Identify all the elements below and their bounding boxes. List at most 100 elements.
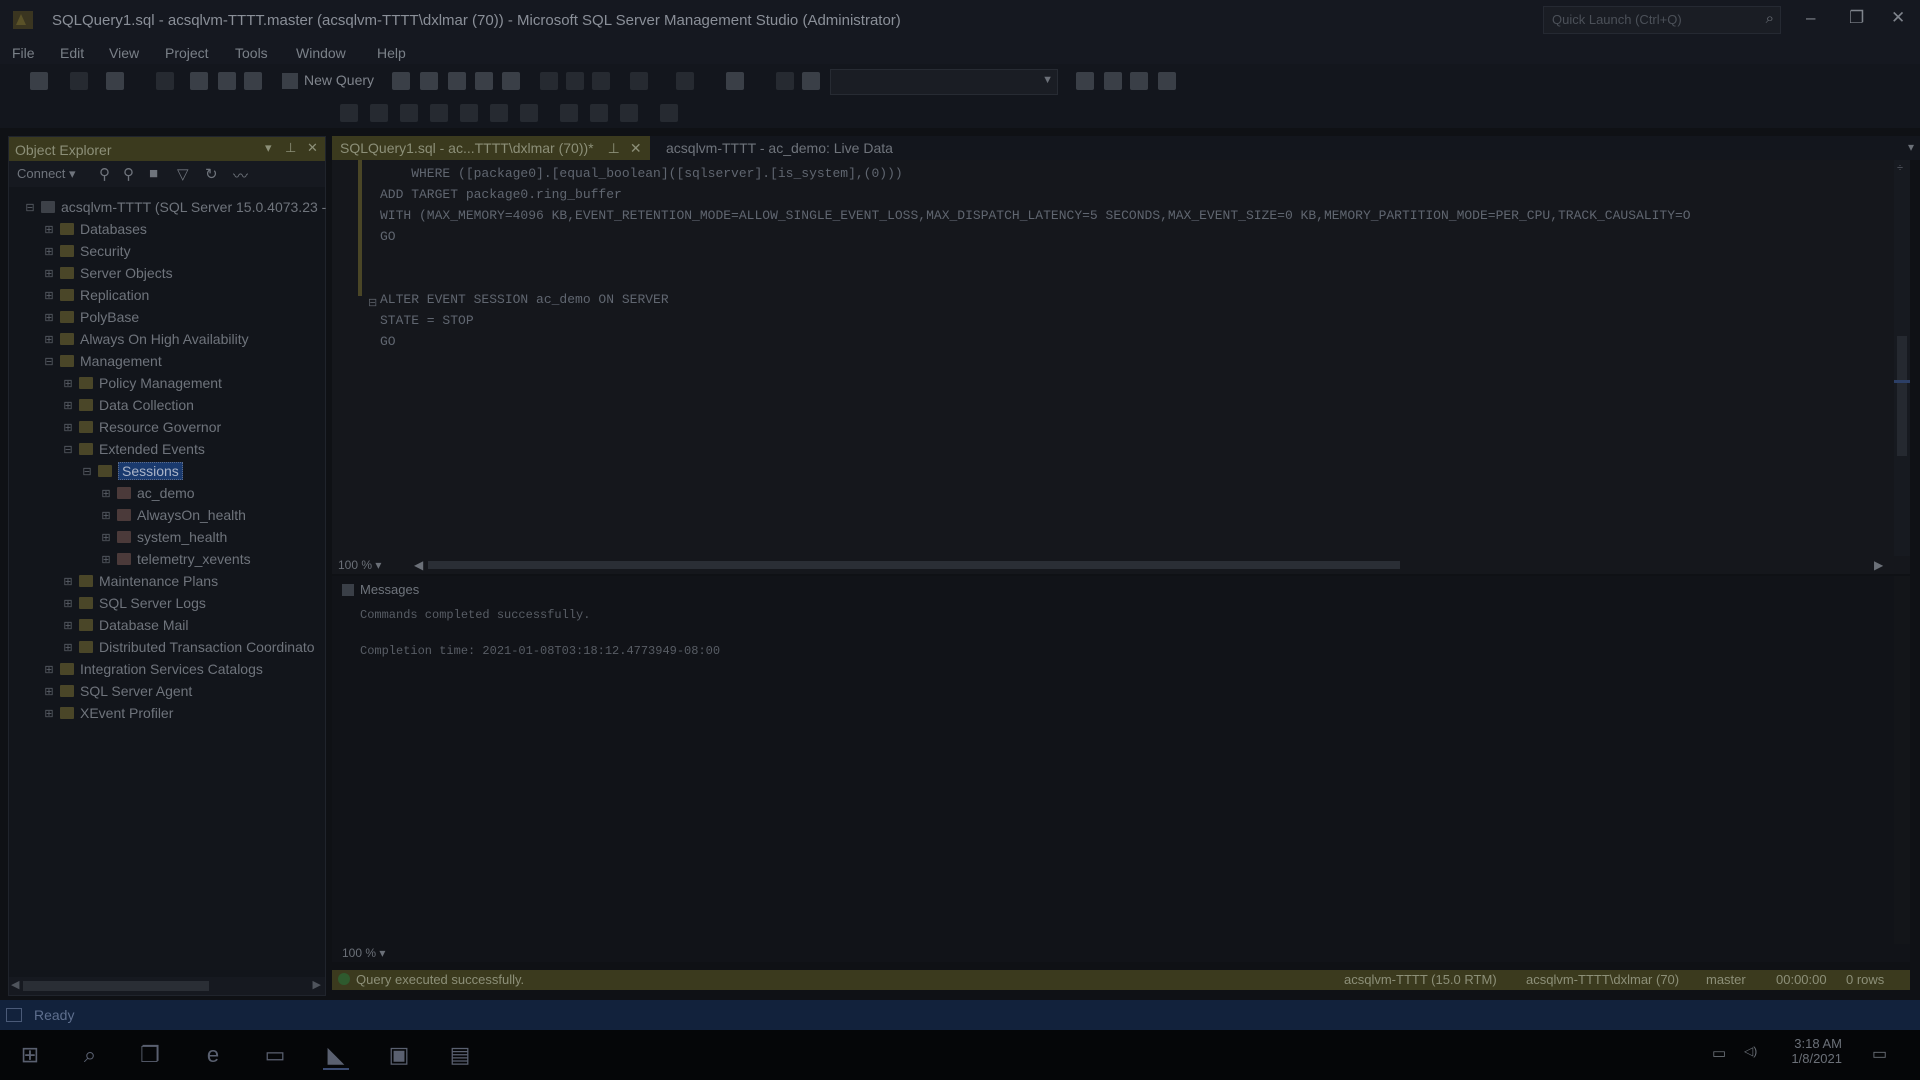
tree-node[interactable]: ⊞ telemetry_xevents (99, 549, 250, 569)
scroll-thumb[interactable] (23, 981, 209, 991)
restore-icon[interactable]: ❐ (1849, 8, 1864, 28)
edge-icon[interactable]: e (200, 1042, 226, 1068)
undo-icon[interactable] (630, 72, 648, 90)
redo-icon[interactable] (676, 72, 694, 90)
expand-icon[interactable]: ⊞ (42, 245, 56, 258)
tab-live-data[interactable]: acsqlvm-TTTT - ac_demo: Live Data (658, 136, 901, 160)
clock[interactable]: 3:18 AM 1/8/2021 (1776, 1036, 1842, 1066)
editor-vertical-scrollbar[interactable]: ÷ (1894, 160, 1910, 562)
expand-icon[interactable]: ⊞ (42, 267, 56, 280)
tree-node[interactable]: ⊟ Sessions (80, 461, 183, 481)
expand-icon[interactable]: ⊟ (23, 201, 37, 214)
menu-file[interactable]: File (12, 45, 35, 61)
open-file-icon[interactable] (190, 72, 208, 90)
menu-window[interactable]: Window (296, 45, 346, 61)
new-project-icon[interactable] (106, 72, 124, 90)
window-position-icon[interactable]: ▾ (265, 140, 272, 156)
close-tab-icon[interactable]: ✕ (630, 140, 642, 157)
stop-icon[interactable]: ■ (149, 165, 158, 182)
parse-icon[interactable] (370, 104, 388, 122)
tree-node[interactable]: ⊞ Integration Services Catalogs (42, 659, 262, 679)
uncomment-icon[interactable] (460, 104, 478, 122)
options-icon[interactable] (1158, 72, 1176, 90)
editor-zoom[interactable]: 100 % ▾ (338, 558, 381, 572)
expand-icon[interactable]: ⊞ (42, 311, 56, 324)
disconnect-icon[interactable]: ⚲ (123, 165, 134, 183)
expand-icon[interactable]: ⊞ (42, 663, 56, 676)
analysis-dmx-query-icon[interactable] (448, 72, 466, 90)
tree-node[interactable]: ⊟ Extended Events (61, 439, 204, 459)
pin-tab-icon[interactable]: ⊥ (608, 140, 620, 157)
expand-icon[interactable]: ⊞ (99, 553, 113, 566)
menu-edit[interactable]: Edit (60, 45, 84, 61)
comment-icon[interactable] (430, 104, 448, 122)
paste-icon[interactable] (592, 72, 610, 90)
expand-icon[interactable]: ⊞ (99, 509, 113, 522)
powershell-icon[interactable]: ▤ (447, 1042, 473, 1068)
close-icon[interactable]: ✕ (1891, 8, 1905, 28)
expand-icon[interactable]: ⊞ (61, 421, 75, 434)
specify-values-icon[interactable] (660, 104, 678, 122)
scroll-left-icon[interactable]: ◀ (414, 558, 423, 572)
search-icon[interactable]: ⌕ (1766, 10, 1774, 27)
solution-config-icon[interactable] (726, 72, 744, 90)
server-manager-icon[interactable]: ▣ (386, 1042, 412, 1068)
notifications-icon[interactable]: ▭ (1872, 1044, 1887, 1064)
toolbox-icon[interactable] (1130, 72, 1148, 90)
display-plan-icon[interactable] (400, 104, 418, 122)
tree-node[interactable]: ⊟ acsqlvm-TTTT (SQL Server 15.0.4073.23 - (23, 197, 326, 217)
results-to-grid-icon[interactable] (560, 104, 578, 122)
expand-icon[interactable]: ⊞ (42, 707, 56, 720)
navigate-icon[interactable] (776, 72, 794, 90)
scroll-left-icon[interactable]: ◀ (11, 978, 19, 991)
connect-button[interactable]: Connect ▾ (17, 166, 76, 182)
tree-node[interactable]: ⊞ Resource Governor (61, 417, 221, 437)
expand-icon[interactable]: ⊟ (42, 355, 56, 368)
expand-icon[interactable]: ⊞ (61, 597, 75, 610)
tree-node[interactable]: ⊞ Always On High Availability (42, 329, 248, 349)
expand-icon[interactable]: ⊞ (61, 575, 75, 588)
execute-icon[interactable] (340, 104, 358, 122)
forward-icon[interactable] (70, 72, 88, 90)
tools-icon[interactable] (1104, 72, 1122, 90)
analysis-xmla-query-icon[interactable] (475, 72, 493, 90)
tree-node[interactable]: ⊞ AlwaysOn_health (99, 505, 246, 525)
tree-node[interactable]: ⊞ ac_demo (99, 483, 194, 503)
refresh-icon[interactable]: ↻ (205, 165, 218, 183)
database-engine-query-icon[interactable] (392, 72, 410, 90)
messages-zoom[interactable]: 100 % ▾ (342, 946, 385, 960)
expand-icon[interactable]: ⊞ (42, 685, 56, 698)
analysis-mdx-query-icon[interactable] (420, 72, 438, 90)
expand-icon[interactable]: ⊞ (42, 289, 56, 302)
ssms-taskbar-icon[interactable]: ◣ (323, 1042, 349, 1070)
menu-view[interactable]: View (109, 45, 139, 61)
connect-icon[interactable]: ⚲ (99, 165, 110, 183)
expand-icon[interactable]: ⊟ (80, 465, 94, 478)
collapse-icon[interactable]: ⊟ (368, 296, 377, 309)
results-to-text-icon[interactable] (590, 104, 608, 122)
expand-icon[interactable]: ⊞ (99, 531, 113, 544)
outdent-icon[interactable] (520, 104, 538, 122)
open-icon[interactable] (156, 72, 174, 90)
save-icon[interactable] (218, 72, 236, 90)
scroll-right-icon[interactable]: ▶ (1874, 558, 1883, 572)
search-icon[interactable]: ⌕ (77, 1042, 103, 1068)
new-query-button[interactable]: New Query (282, 72, 374, 90)
tree-node[interactable]: ⊟ Management (42, 351, 161, 371)
menu-tools[interactable]: Tools (235, 45, 268, 61)
file-explorer-icon[interactable]: ▭ (262, 1042, 288, 1068)
save-all-icon[interactable] (244, 72, 262, 90)
back-icon[interactable] (30, 72, 48, 90)
menu-project[interactable]: Project (165, 45, 209, 61)
messages-scrollbar[interactable] (1894, 576, 1910, 944)
indent-icon[interactable] (490, 104, 508, 122)
query-editor[interactable]: ⊟ WHERE ([package0].[equal_boolean]([sql… (332, 160, 1910, 562)
start-icon[interactable]: ⊞ (17, 1042, 43, 1068)
tree-node[interactable]: ⊞ Security (42, 241, 130, 261)
expand-icon[interactable]: ⊞ (61, 399, 75, 412)
tree-node[interactable]: ⊞ Distributed Transaction Coordinato (61, 637, 314, 657)
tree-node[interactable]: ⊞ Database Mail (61, 615, 188, 635)
tree-node[interactable]: ⊞ XEvent Profiler (42, 703, 173, 723)
analysis-das-query-icon[interactable] (502, 72, 520, 90)
activity-monitor-icon[interactable]: 〰 (233, 165, 248, 186)
